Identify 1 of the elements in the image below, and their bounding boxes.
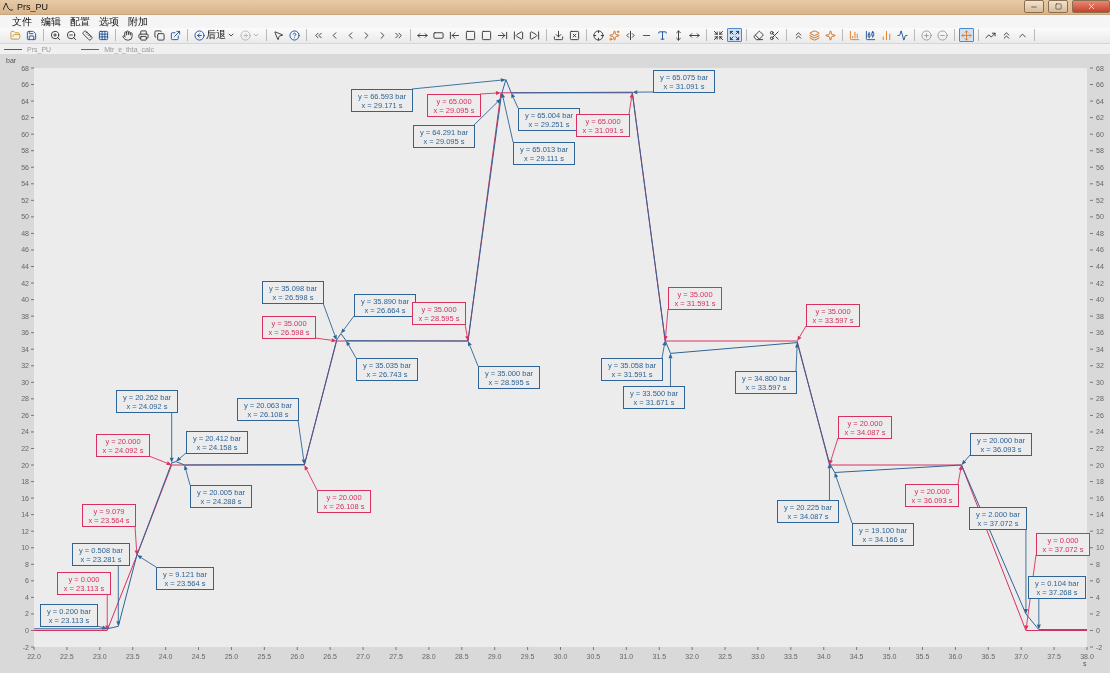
window-title: Prs_PU bbox=[17, 1, 49, 12]
